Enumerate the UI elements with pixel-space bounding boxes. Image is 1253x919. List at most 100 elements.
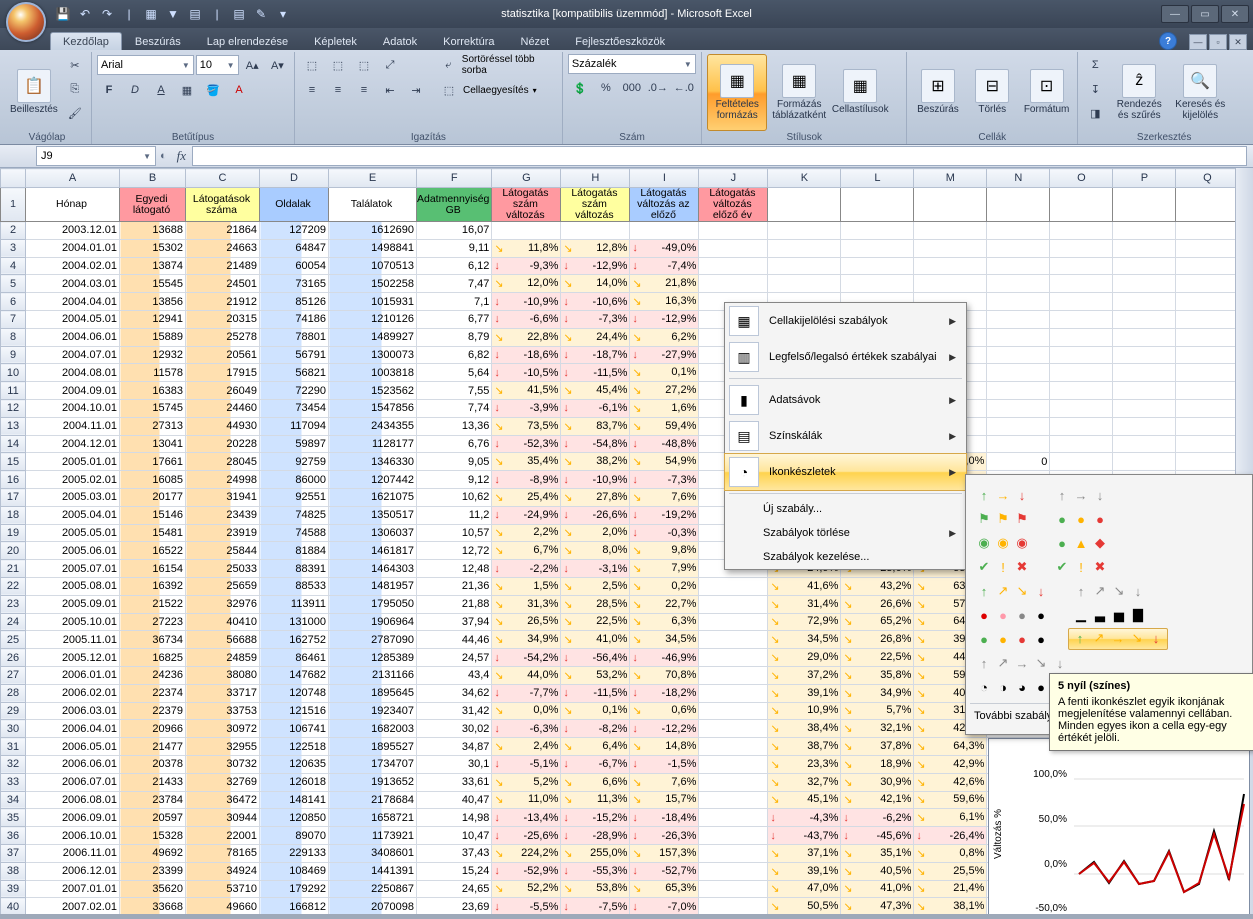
iconset-5ratings[interactable]: ◔◑◕● [972,677,1053,697]
insert-cells-button[interactable]: ⊞Beszúrás [912,54,963,131]
iconset-3symbols-circled[interactable]: ✔!✖ [972,557,1034,577]
conditional-formatting-button[interactable]: ▦ Feltételes formázás [707,54,767,131]
tab-formulas[interactable]: Képletek [301,32,370,50]
name-box[interactable]: J9▼ [36,146,156,166]
fx-label[interactable]: fx [177,148,186,164]
qat-cf[interactable]: ▤ [230,5,248,23]
italic-button[interactable]: D [123,79,147,101]
currency[interactable]: 💲 [568,77,592,99]
cf-icon: ▦ [720,64,754,98]
minimize-button[interactable]: — [1161,5,1189,23]
cf-clear-rules[interactable]: Szabályok törlése▶ [725,521,966,545]
formula-input[interactable] [192,146,1247,166]
iconset-3signs[interactable]: ●▲◆ [1050,533,1112,553]
border-button[interactable]: ▦ [175,79,199,101]
qat-undo[interactable]: ↶ [76,5,94,23]
mdi-restore[interactable]: ▫ [1209,34,1227,50]
qat-chart[interactable]: ▤ [186,5,204,23]
underline-button[interactable]: A [149,79,173,101]
iconset-3traffic-unrimmed[interactable]: ●●● [1050,509,1112,529]
tab-view[interactable]: Nézet [508,32,563,50]
qat-table[interactable]: ▦ [142,5,160,23]
fx-icon[interactable]: ◐ [160,150,167,162]
indent-dec[interactable]: ⇤ [378,79,402,101]
indent-inc[interactable]: ⇥ [404,79,428,101]
iconset-4traffic[interactable]: ●●●● [972,629,1053,649]
iconset-3arrows-gray[interactable]: ↑→↓ [1050,485,1112,505]
iconset-3arrows-colored[interactable]: ↑→↓ [972,485,1034,505]
worksheet[interactable]: ABCDEFGHIJKLMNOPQ1HónapEgyedi látogatóLá… [0,168,1253,914]
iconset-4red-to-black[interactable]: ●●●● [972,605,1053,625]
qat-filter[interactable]: ▼ [164,5,182,23]
autosum[interactable]: Σ [1083,54,1107,76]
align-top[interactable]: ⬚ [300,54,324,76]
align-left[interactable]: ≡ [300,79,324,101]
tab-home[interactable]: Kezdőlap [50,32,122,50]
tab-data[interactable]: Adatok [370,32,430,50]
inc-decimal[interactable]: .0→ [646,77,670,99]
iconset-4arrows-colored[interactable]: ↑↗↘↓ [972,581,1053,601]
format-cells-button[interactable]: ⊡Formátum [1021,54,1072,131]
maximize-button[interactable]: ▭ [1191,5,1219,23]
qat-dd[interactable]: ▾ [274,5,292,23]
embedded-chart[interactable]: Változás % 100,0%50,0%0,0%-50,0%-100,0% … [988,738,1250,914]
format-painter[interactable]: 🖌 [63,102,87,124]
iconset-5arrows-gray[interactable]: ↑↗→↘↓ [972,653,1072,673]
align-right[interactable]: ≡ [352,79,376,101]
mdi-close[interactable]: ✕ [1229,34,1247,50]
shrink-font[interactable]: A▾ [266,54,289,76]
percent[interactable]: % [594,77,618,99]
sort-filter-button[interactable]: ẑRendezés és szűrés [1110,54,1168,131]
find-select-button[interactable]: 🔍Keresés és kijelölés [1171,54,1229,131]
fill[interactable]: ↧ [1083,78,1107,100]
dec-decimal[interactable]: ←.0 [672,77,696,99]
align-center[interactable]: ≡ [326,79,350,101]
tab-insert[interactable]: Beszúrás [122,32,194,50]
tab-layout[interactable]: Lap elrendezése [194,32,301,50]
qat-save[interactable]: 💾 [54,5,72,23]
close-button[interactable]: ✕ [1221,5,1249,23]
iconset-3traffic-rimmed[interactable]: ◉◉◉ [972,533,1034,553]
grow-font[interactable]: A▴ [241,54,264,76]
iconset-3symbols[interactable]: ✔!✖ [1050,557,1112,577]
cf-new-rule[interactable]: Új szabály... [725,497,966,521]
help-icon[interactable]: ? [1159,32,1177,50]
font-size[interactable]: 10▼ [196,55,239,75]
cf-data-bars[interactable]: ▮Adatsávok▶ [725,382,966,418]
qat-highlight[interactable]: ✎ [252,5,270,23]
delete-cells-button[interactable]: ⊟Törlés [967,54,1018,131]
align-middle[interactable]: ⬚ [326,54,350,76]
group-cells: Cellák [912,131,1072,144]
wrap-text[interactable]: ⤶Sortöréssel több sorba [437,54,557,76]
qat-redo[interactable]: ↷ [98,5,116,23]
merge-cells[interactable]: ⬚Cellaegyesítés▾ [437,79,557,101]
mdi-minimize[interactable]: — [1189,34,1207,50]
cell-styles-button[interactable]: ▦ Cellastílusok [831,54,889,131]
cf-manage-rules[interactable]: Szabályok kezelése... [725,545,966,569]
orientation[interactable]: ⤢ [378,54,402,76]
iconset-4arrows-gray[interactable]: ↑↗↘↓ [1069,581,1150,601]
paste-button[interactable]: 📋 Beillesztés [8,54,60,131]
cf-highlight-rules[interactable]: ▦Cellakijelölési szabályok▶ [725,303,966,339]
fill-color[interactable]: 🪣 [201,79,225,101]
comma[interactable]: 000 [620,77,644,99]
iconset-3flags[interactable]: ⚑⚑⚑ [972,509,1034,529]
clear[interactable]: ◨ [1083,102,1107,124]
copy-button[interactable]: ⎘ [63,78,87,100]
align-bottom[interactable]: ⬚ [352,54,376,76]
bold-button[interactable]: F [97,79,121,101]
font-name[interactable]: Arial▼ [97,55,194,75]
cut-button[interactable]: ✂ [63,54,87,76]
tab-developer[interactable]: Fejlesztőeszközök [562,32,678,50]
iconset-4ratings[interactable]: ▁▃▅▇ [1069,605,1150,625]
iconset-5arrows-colored[interactable]: ↑↗→↘↓ [1068,628,1168,650]
cf-color-scales[interactable]: ▤Színskálák▶ [725,418,966,454]
cf-top-bottom-rules[interactable]: ▥Legfelső/legalsó értékek szabályai▶ [725,339,966,375]
format-as-table-button[interactable]: ▦ Formázás táblázatként [770,54,828,131]
number-format[interactable]: Százalék▼ [568,54,696,74]
qat-sep: | [208,5,226,23]
cf-icon-sets[interactable]: ◔Ikonkészletek▶ [724,453,967,491]
tab-review[interactable]: Korrektúra [430,32,507,50]
office-button[interactable] [6,2,46,42]
font-color[interactable]: A [227,79,251,101]
